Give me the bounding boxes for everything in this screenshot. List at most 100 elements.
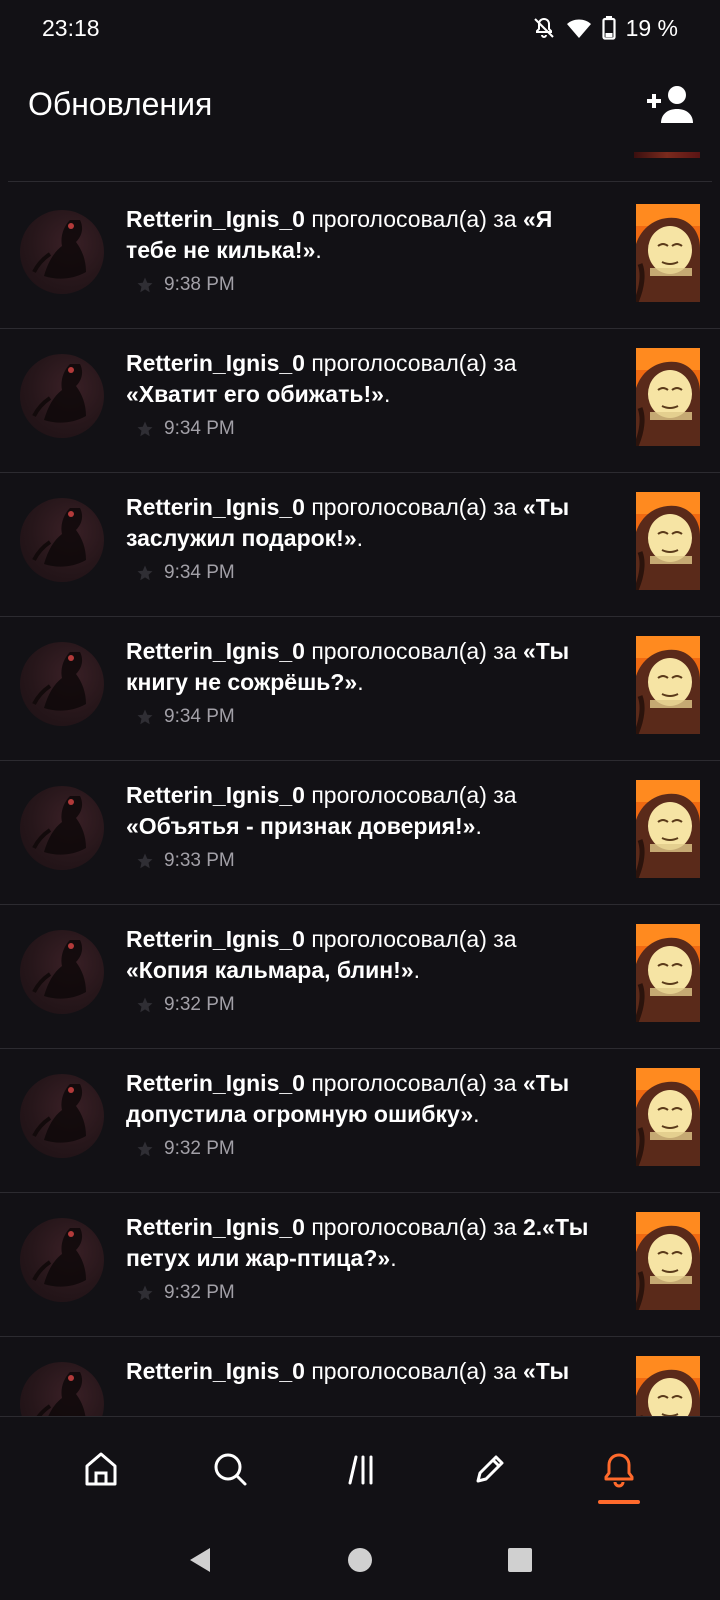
avatar[interactable]: [20, 1218, 104, 1302]
add-person-icon: [647, 86, 693, 123]
wifi-icon: [566, 19, 591, 38]
nav-library[interactable]: [325, 1434, 395, 1504]
username[interactable]: Retterin_Ignis_0: [126, 350, 305, 376]
story-cover-thumbnail[interactable]: [636, 1212, 700, 1310]
action-text: проголосовал(а) за: [311, 1358, 517, 1384]
update-text: Retterin_Ignis_0 проголосовал(а) за «Я т…: [126, 204, 604, 266]
avatar[interactable]: [20, 1362, 104, 1416]
sentence-end: .: [383, 381, 391, 407]
list-item[interactable]: Retterin_Ignis_0 проголосовал(а) за «Ты …: [0, 1046, 720, 1193]
notifications-muted-icon: [533, 17, 554, 38]
star-icon: [137, 997, 153, 1013]
nav-write[interactable]: [455, 1434, 525, 1504]
action-text: проголосовал(а) за: [311, 926, 517, 952]
list-item[interactable]: Retterin_Ignis_0 проголосовал(а) за «Я т…: [0, 182, 720, 329]
list-item[interactable]: Retterin_Ignis_0 проголосовал(а) за «Ты: [0, 1334, 720, 1416]
sentence-end: .: [357, 669, 364, 695]
action-text: проголосовал(а) за: [311, 1070, 517, 1096]
nav-notifications[interactable]: [584, 1434, 654, 1504]
status-bar: 23:18 19 %: [0, 0, 720, 56]
story-title[interactable]: «Хватит его обижать!»: [126, 381, 384, 407]
avatar[interactable]: [20, 210, 104, 294]
update-meta: 9:32 PM: [136, 1282, 235, 1304]
battery-percentage: 19 %: [625, 14, 678, 41]
back-icon[interactable]: [186, 1545, 214, 1575]
timestamp: 9:34 PM: [164, 418, 235, 439]
status-icons: 19 %: [532, 15, 678, 42]
story-cover-thumbnail[interactable]: [636, 780, 700, 878]
star-icon: [137, 277, 153, 293]
add-person-button[interactable]: [642, 76, 698, 132]
action-text: проголосовал(а) за: [311, 206, 517, 232]
update-meta: 9:33 PM: [136, 850, 235, 872]
avatar[interactable]: [20, 786, 104, 870]
story-title[interactable]: «Копия кальмара, блин!»: [126, 957, 414, 983]
list-item[interactable]: Retterin_Ignis_0 проголосовал(а) за «Коп…: [0, 902, 720, 1049]
username[interactable]: Retterin_Ignis_0: [126, 782, 305, 808]
star-icon: [137, 1141, 153, 1157]
avatar[interactable]: [20, 930, 104, 1014]
sentence-end: .: [413, 957, 421, 983]
list-item[interactable]: Retterin_Ignis_0 проголосовал(а) за «Ты …: [0, 470, 720, 617]
list-item[interactable]: Retterin_Ignis_0 проголосовал(а) за 2.«Т…: [0, 1190, 720, 1337]
avatar[interactable]: [20, 1074, 104, 1158]
username[interactable]: Retterin_Ignis_0: [126, 638, 305, 664]
update-text: Retterin_Ignis_0 проголосовал(а) за «Коп…: [126, 924, 604, 986]
update-text: Retterin_Ignis_0 проголосовал(а) за 2.«Т…: [126, 1212, 604, 1274]
status-time: 23:18: [42, 14, 100, 41]
update-text: Retterin_Ignis_0 проголосовал(а) за «Ты …: [126, 636, 604, 698]
bottom-navigation: [0, 1416, 720, 1520]
username[interactable]: Retterin_Ignis_0: [126, 1070, 305, 1096]
story-cover-thumbnail[interactable]: [636, 204, 700, 302]
avatar[interactable]: [20, 642, 104, 726]
action-text: проголосовал(а) за: [311, 350, 517, 376]
story-cover-thumbnail[interactable]: [636, 1356, 700, 1416]
story-cover-thumbnail[interactable]: [636, 492, 700, 590]
avatar[interactable]: [20, 354, 104, 438]
sentence-end: .: [473, 1101, 480, 1127]
story-cover-thumbnail[interactable]: [636, 636, 700, 734]
update-text: Retterin_Ignis_0 проголосовал(а) за «Ты: [126, 1356, 604, 1387]
updates-feed[interactable]: Retterin_Ignis_0 проголосовал(а) за «Я т…: [0, 152, 720, 1416]
list-item[interactable]: Retterin_Ignis_0 проголосовал(а) за «Ты …: [0, 614, 720, 761]
update-meta: 9:38 PM: [136, 274, 235, 296]
update-meta: 9:34 PM: [136, 706, 235, 728]
username[interactable]: Retterin_Ignis_0: [126, 206, 305, 232]
timestamp: 9:32 PM: [164, 1282, 235, 1303]
timestamp: 9:34 PM: [164, 706, 235, 727]
home-icon: [85, 1452, 117, 1485]
partial-cover-thumbnail: [634, 152, 700, 158]
username[interactable]: Retterin_Ignis_0: [126, 926, 305, 952]
nav-search[interactable]: [195, 1434, 265, 1504]
star-icon: [137, 853, 153, 869]
username[interactable]: Retterin_Ignis_0: [126, 1358, 305, 1384]
story-title[interactable]: «Объятья - признак доверия!»: [126, 813, 475, 839]
story-title[interactable]: «Ты: [523, 1358, 569, 1384]
list-item[interactable]: Retterin_Ignis_0 проголосовал(а) за «Хва…: [0, 326, 720, 473]
library-icon: [348, 1455, 373, 1484]
update-text: Retterin_Ignis_0 проголосовал(а) за «Объ…: [126, 780, 604, 842]
sentence-end: .: [315, 237, 322, 263]
story-cover-thumbnail[interactable]: [636, 348, 700, 446]
update-text: Retterin_Ignis_0 проголосовал(а) за «Ты …: [126, 1068, 604, 1130]
system-navigation: [0, 1520, 720, 1600]
list-item[interactable]: Retterin_Ignis_0 проголосовал(а) за «Объ…: [0, 758, 720, 905]
timestamp: 9:32 PM: [164, 1138, 235, 1159]
username[interactable]: Retterin_Ignis_0: [126, 494, 305, 520]
username[interactable]: Retterin_Ignis_0: [126, 1214, 305, 1240]
notifications-icon: [604, 1453, 634, 1487]
app-bar: Обновления: [0, 56, 720, 152]
story-cover-thumbnail[interactable]: [636, 924, 700, 1022]
action-text: проголосовал(а) за: [311, 494, 517, 520]
story-cover-thumbnail[interactable]: [636, 1068, 700, 1166]
update-meta: 9:32 PM: [136, 1138, 235, 1160]
update-meta: 9:34 PM: [136, 418, 235, 440]
timestamp: 9:33 PM: [164, 850, 235, 871]
timestamp: 9:32 PM: [164, 994, 235, 1015]
sentence-end: .: [390, 1245, 397, 1271]
nav-home[interactable]: [66, 1434, 136, 1504]
avatar[interactable]: [20, 498, 104, 582]
recents-icon[interactable]: [506, 1546, 534, 1574]
star-icon: [137, 709, 153, 725]
home-circle-icon[interactable]: [346, 1546, 374, 1574]
